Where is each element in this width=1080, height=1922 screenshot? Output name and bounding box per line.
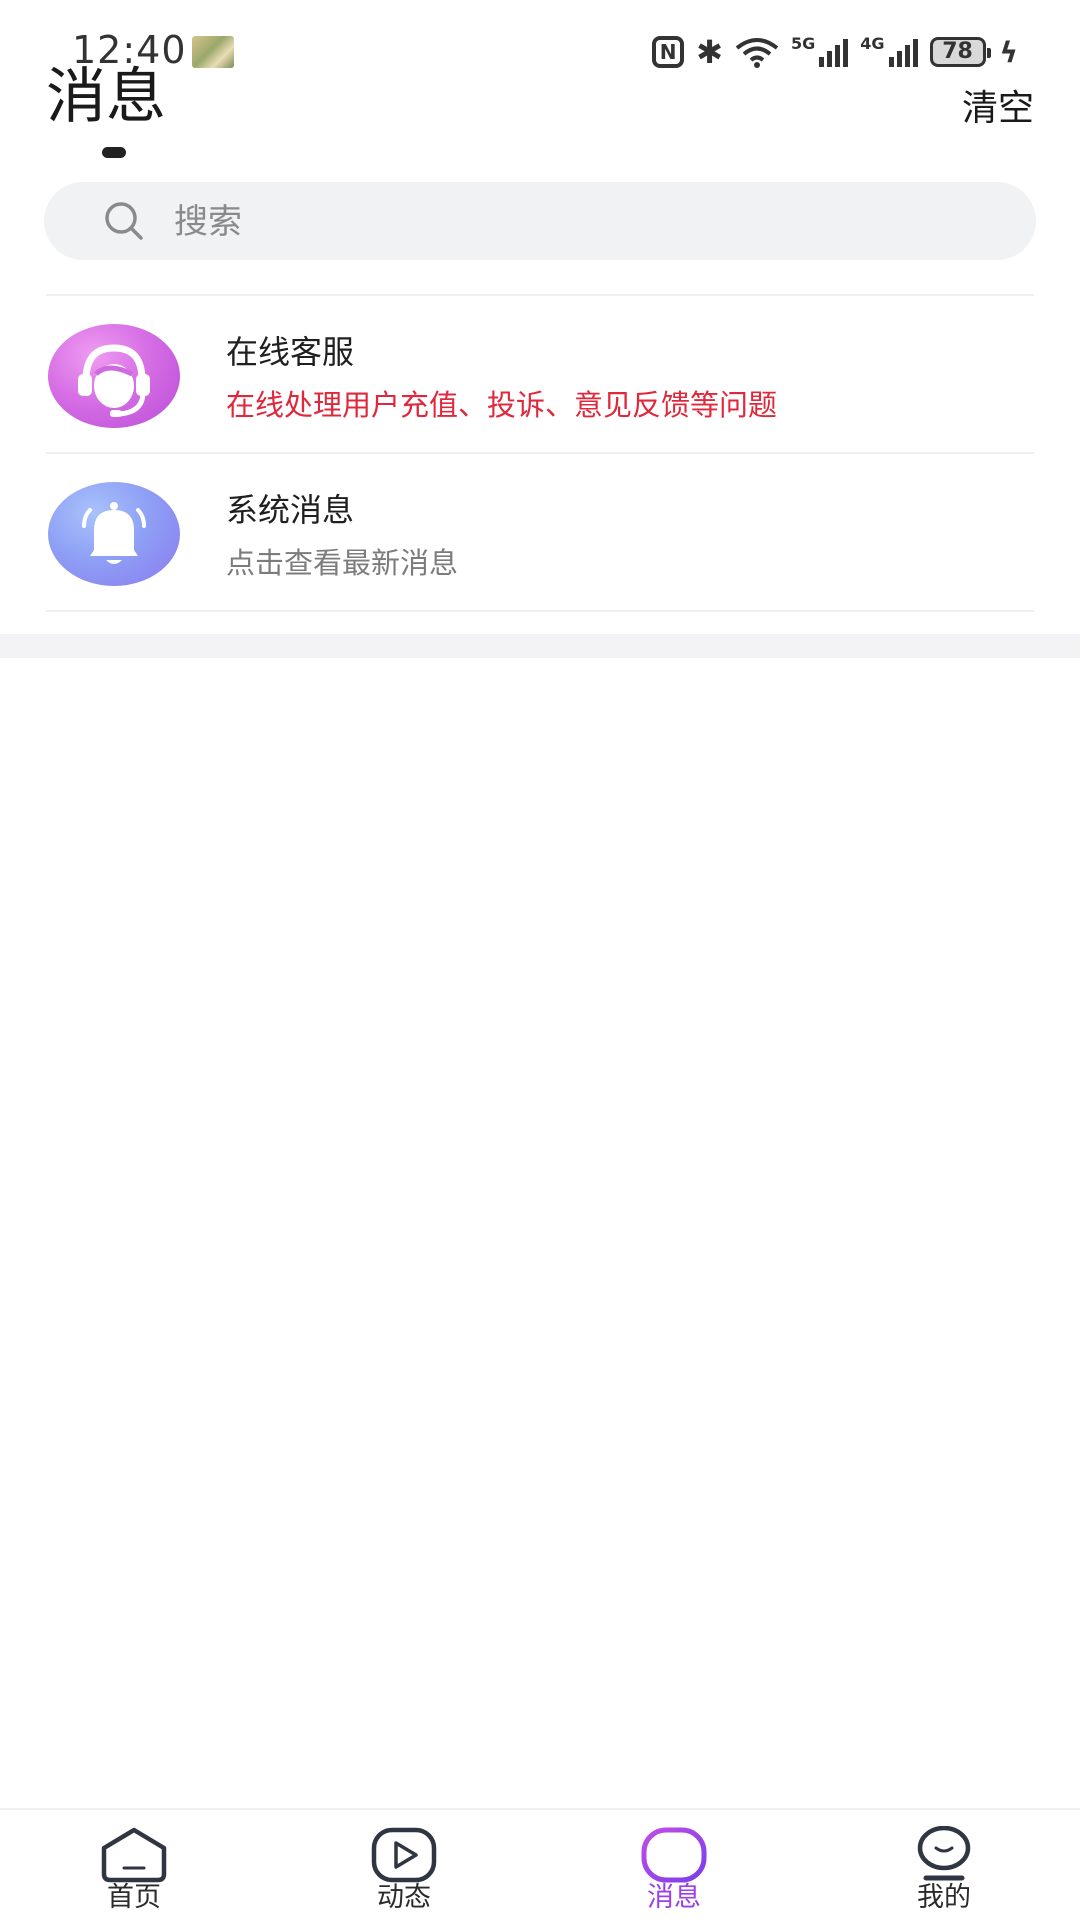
status-icons: N ✱ 5G 4G 78 ϟ <box>652 33 1018 71</box>
profile-icon <box>917 1826 971 1881</box>
network-4g-label: 4G <box>860 34 885 53</box>
tab-label: 我的 <box>917 1882 971 1913</box>
message-icon <box>641 1827 707 1883</box>
list-item-subtitle: 在线处理用户充值、投诉、意见反馈等问题 <box>226 388 778 422</box>
clear-button[interactable]: 清空 <box>962 88 1034 130</box>
tab-home[interactable]: 首页 <box>64 1810 204 1922</box>
bluetooth-icon: ✱ <box>696 33 723 71</box>
tab-feed[interactable]: 动态 <box>334 1810 474 1922</box>
notification-thumbnail-icon <box>192 36 234 68</box>
search-input[interactable] <box>172 196 996 248</box>
bottom-tab-bar: 首页 动态 消息 我的 <box>0 1808 1080 1922</box>
network-5g-label: 5G <box>790 34 816 53</box>
page-title: 消息 <box>46 62 166 132</box>
bell-icon <box>82 502 146 564</box>
tab-label: 消息 <box>647 1882 701 1913</box>
title-indicator <box>102 147 126 158</box>
list-item-title: 在线客服 <box>226 333 355 371</box>
search-bar[interactable] <box>44 182 1036 260</box>
section-separator <box>0 634 1080 658</box>
signal-4g-icon <box>888 37 918 67</box>
tab-profile[interactable]: 我的 <box>874 1810 1014 1922</box>
wifi-icon <box>735 38 779 68</box>
customer-service-avatar <box>48 324 180 428</box>
charging-icon: ϟ <box>999 35 1018 69</box>
play-icon <box>371 1827 437 1883</box>
home-icon <box>101 1827 167 1883</box>
tab-messages[interactable]: 消息 <box>604 1810 744 1922</box>
list-item-system-messages[interactable]: 系统消息 点击查看最新消息 <box>46 454 1034 610</box>
list-item-customer-service[interactable]: 在线客服 在线处理用户充值、投诉、意见反馈等问题 <box>46 296 1034 452</box>
system-messages-avatar <box>48 482 180 586</box>
tab-label: 动态 <box>377 1882 431 1913</box>
battery-icon: 78 <box>929 37 991 67</box>
list-divider <box>46 610 1034 612</box>
list-item-subtitle: 点击查看最新消息 <box>226 546 459 580</box>
search-icon <box>105 202 143 240</box>
signal-5g-icon <box>819 37 849 67</box>
customer-service-headset-icon <box>78 344 150 417</box>
nfc-icon: N <box>652 36 685 68</box>
tab-label: 首页 <box>107 1882 161 1913</box>
list-item-title: 系统消息 <box>226 491 355 529</box>
